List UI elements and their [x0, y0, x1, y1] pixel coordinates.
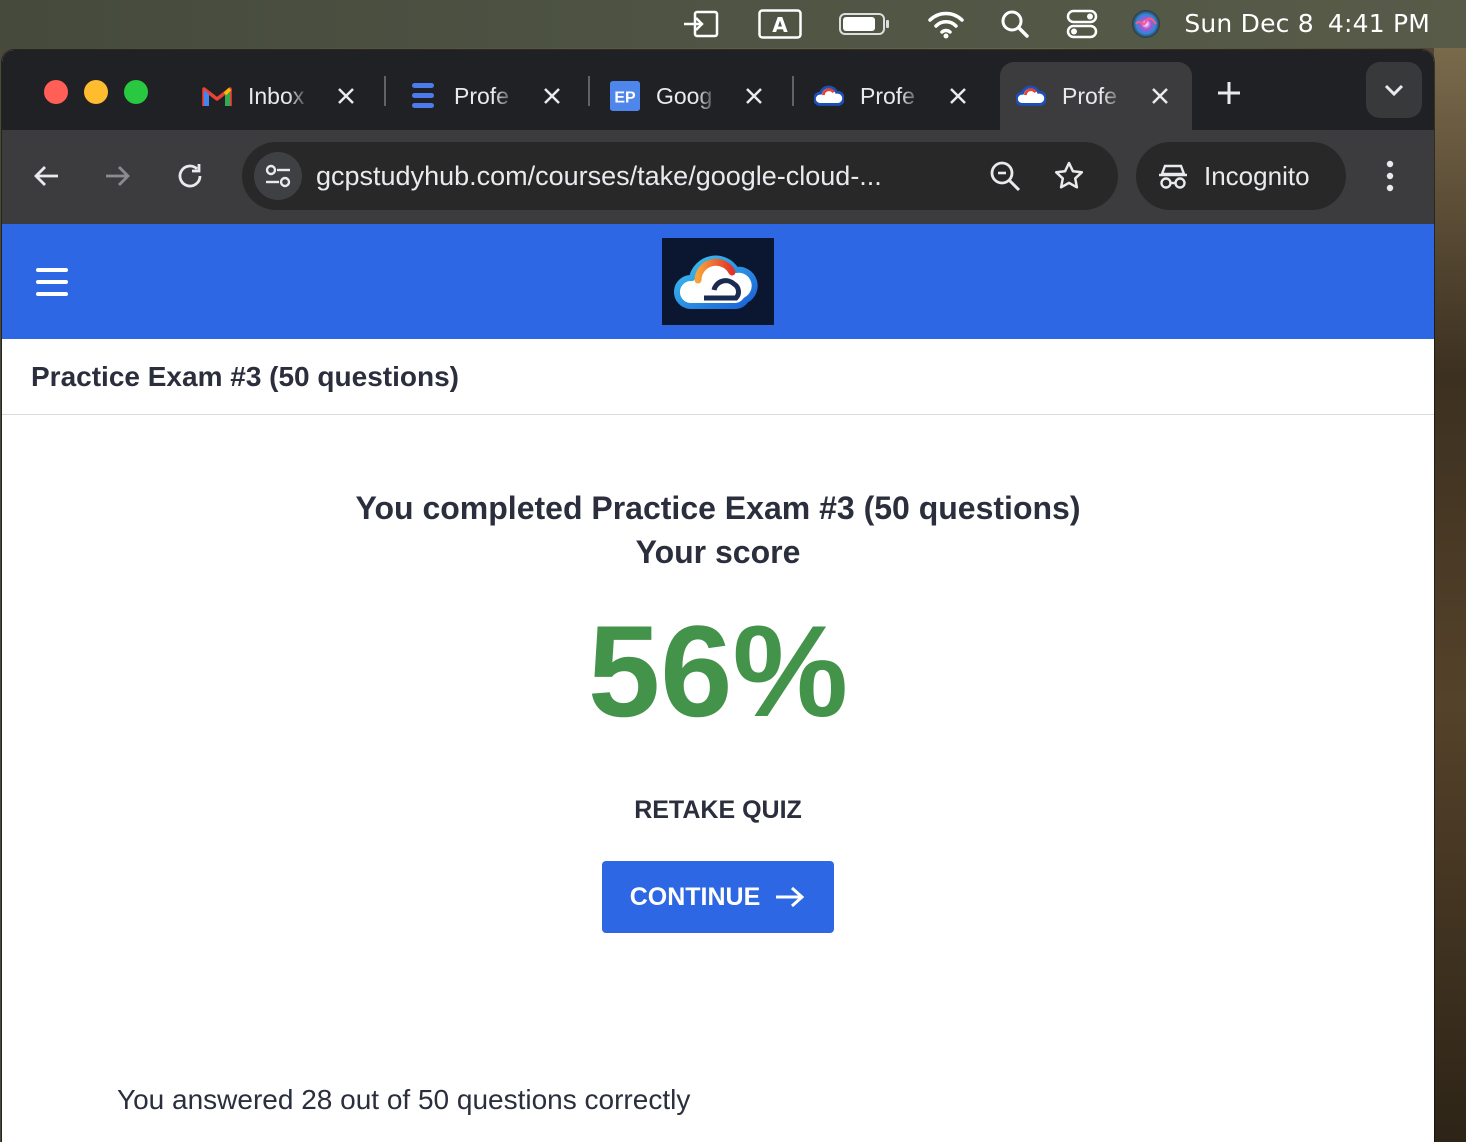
more-vertical-icon — [1386, 160, 1394, 192]
svg-text:A: A — [772, 13, 788, 37]
browser-toolbar: gcpstudyhub.com/courses/take/google-clou… — [2, 130, 1434, 224]
menu-bar-time: 4:41 PM — [1327, 9, 1430, 38]
cloud-logo-icon — [814, 81, 844, 111]
divider — [2, 414, 1434, 415]
incognito-indicator[interactable]: Incognito — [1136, 142, 1346, 210]
close-tab-icon[interactable] — [946, 84, 970, 108]
tab-profe-document[interactable]: Profe — [408, 62, 564, 130]
continue-label: CONTINUE — [629, 882, 761, 911]
arrow-right-icon — [774, 885, 806, 909]
tab-separator — [384, 76, 386, 106]
close-tab-icon[interactable] — [540, 84, 564, 108]
tab-search-button[interactable] — [1366, 62, 1422, 118]
tab-label: Profe — [860, 82, 915, 109]
completion-message: You completed Practice Exam #3 (50 quest… — [355, 490, 1081, 526]
site-header — [2, 224, 1434, 339]
keyboard-a-icon[interactable]: A — [758, 8, 802, 40]
menu-bar-clock[interactable]: Sun Dec 8 4:41 PM — [1184, 8, 1430, 40]
document-icon — [408, 81, 438, 111]
tab-inbox[interactable]: Inbox — [202, 62, 358, 130]
tab-goog-ep[interactable]: EP Goog — [610, 62, 766, 130]
completion-heading: You completed Practice Exam #3 (50 quest… — [2, 486, 1434, 574]
close-tab-icon[interactable] — [334, 84, 358, 108]
arrow-left-icon — [34, 166, 58, 186]
browser-menu-button[interactable] — [1374, 156, 1406, 196]
new-tab-button[interactable] — [1214, 78, 1244, 108]
site-info-button[interactable] — [254, 152, 302, 200]
ep-icon-text: EP — [614, 90, 636, 107]
ep-icon: EP — [610, 81, 640, 111]
retake-quiz-link[interactable]: RETAKE QUIZ — [2, 792, 1434, 828]
arrow-right-icon — [106, 166, 130, 186]
retake-quiz-label[interactable]: RETAKE QUIZ — [634, 796, 802, 824]
tab-profe-cloud[interactable]: Profe — [814, 62, 970, 130]
hamburger-menu-icon[interactable] — [36, 268, 68, 296]
close-window-button[interactable] — [44, 80, 68, 104]
url-text[interactable]: gcpstudyhub.com/courses/take/google-clou… — [316, 142, 966, 210]
cloud-logo-icon — [1016, 81, 1046, 111]
browser-window: Inbox Profe EP Goog Profe Profe gcpstudy… — [2, 50, 1434, 1142]
control-center-icon[interactable] — [1064, 8, 1100, 40]
tab-separator — [588, 76, 590, 106]
maximize-window-button[interactable] — [124, 80, 148, 104]
zoom-icon[interactable] — [988, 159, 1022, 193]
close-tab-icon[interactable] — [1148, 84, 1172, 108]
incognito-label: Incognito — [1204, 160, 1310, 191]
tab-label: Profe — [1062, 82, 1117, 109]
battery-icon[interactable] — [838, 8, 892, 40]
desktop-background — [1434, 48, 1466, 1142]
course-title: Practice Exam #3 (50 questions) — [31, 361, 459, 392]
forward-button[interactable] — [98, 156, 138, 196]
score-percentage: 56% — [587, 598, 849, 744]
continue-button[interactable]: CONTINUE — [602, 861, 834, 933]
tab-label: Goog — [656, 82, 713, 109]
menu-bar-date: Sun Dec 8 — [1184, 9, 1314, 38]
chevron-down-icon — [1384, 84, 1404, 97]
tab-label: Profe — [454, 82, 509, 109]
site-logo[interactable] — [662, 238, 774, 325]
input-icon[interactable] — [680, 8, 722, 40]
minimize-window-button[interactable] — [84, 80, 108, 104]
tab-strip: Inbox Profe EP Goog Profe Profe — [2, 50, 1434, 130]
spotlight-search-icon[interactable] — [998, 8, 1032, 40]
score-label: Your score — [635, 534, 801, 570]
macos-menu-bar: A Sun Dec 8 4:41 PM — [0, 0, 1466, 48]
bookmark-star-icon[interactable] — [1052, 159, 1086, 193]
back-button[interactable] — [26, 156, 66, 196]
close-tab-icon[interactable] — [742, 84, 766, 108]
tab-profe-active[interactable]: Profe — [1000, 62, 1192, 130]
reload-icon — [178, 164, 202, 188]
plus-icon — [1218, 82, 1240, 104]
incognito-icon — [1158, 162, 1188, 190]
tab-label: Inbox — [248, 82, 305, 109]
page-content: Practice Exam #3 (50 questions) You comp… — [2, 224, 1434, 1142]
answered-summary: You answered 28 out of 50 questions corr… — [117, 1084, 691, 1115]
wifi-icon[interactable] — [926, 8, 966, 40]
gmail-icon — [202, 81, 232, 111]
reload-button[interactable] — [170, 156, 210, 196]
tune-icon — [265, 164, 291, 188]
tab-separator — [792, 76, 794, 106]
siri-icon[interactable] — [1128, 8, 1164, 40]
address-bar[interactable]: gcpstudyhub.com/courses/take/google-clou… — [242, 142, 1118, 210]
